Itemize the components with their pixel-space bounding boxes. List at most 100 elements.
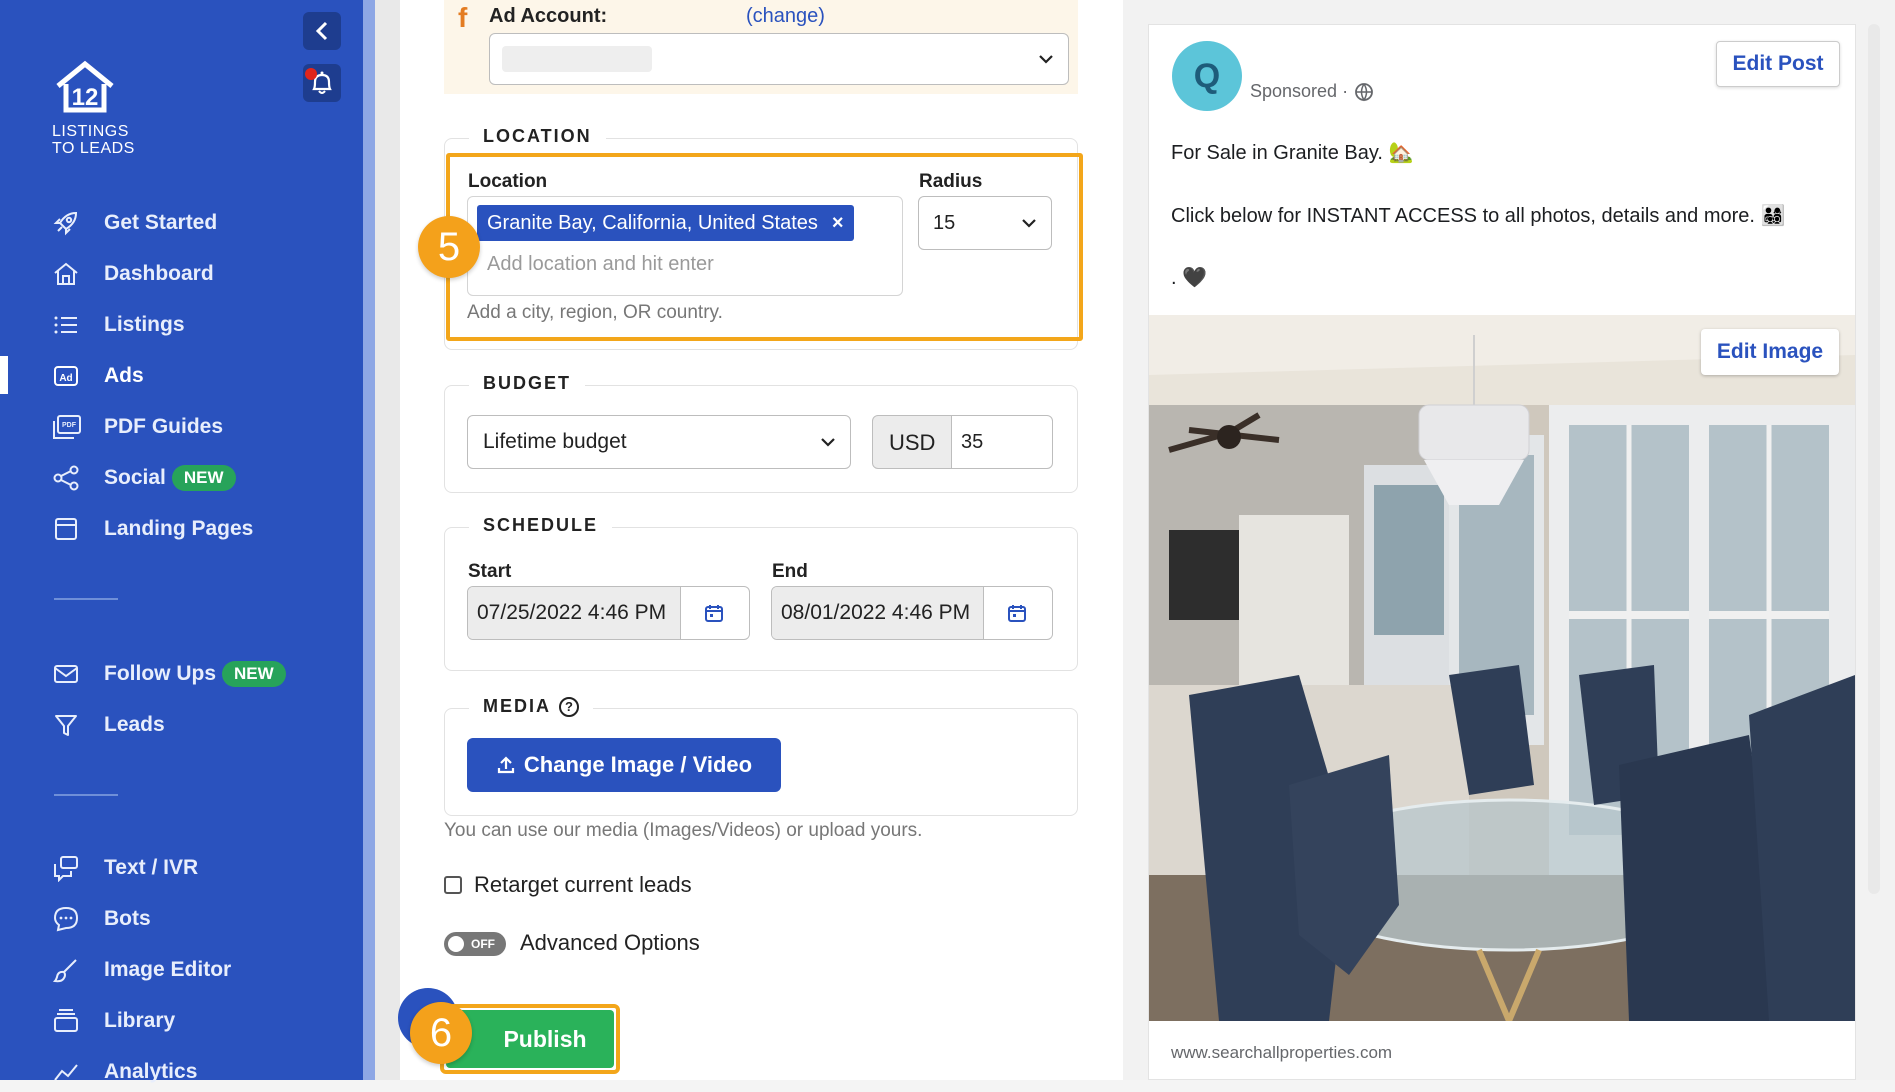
ad-account-value <box>502 46 652 72</box>
location-hint: Add a city, region, OR country. <box>467 302 723 323</box>
sidebar-item-landing-pages[interactable]: Landing Pages <box>52 509 253 549</box>
sidebar-item-image-editor[interactable]: Image Editor <box>52 950 231 990</box>
notifications-button[interactable] <box>303 64 341 102</box>
svg-text:Ad: Ad <box>59 373 72 384</box>
sidebar-item-listings[interactable]: Listings <box>52 305 185 345</box>
schedule-legend: SCHEDULE <box>469 515 613 536</box>
radius-select[interactable]: 15 <box>918 196 1052 250</box>
change-image-video-button[interactable]: Change Image / Video <box>467 738 781 792</box>
start-date-value[interactable]: 07/25/2022 4:46 PM <box>468 587 681 639</box>
sidebar-item-label: Dashboard <box>104 262 214 285</box>
sidebar-item-label: Landing Pages <box>104 517 254 540</box>
location-tag-text: Granite Bay, California, United States <box>487 211 818 234</box>
help-icon[interactable]: ? <box>559 696 579 717</box>
sidebar-item-label: Image Editor <box>104 958 232 981</box>
logo-line-1: LISTINGS <box>52 123 129 140</box>
sponsored-line: Sponsored · <box>1250 81 1374 102</box>
analytics-icon <box>52 1057 86 1087</box>
avatar: Q <box>1172 41 1242 111</box>
sidebar-item-library[interactable]: Library <box>52 1001 175 1041</box>
facebook-icon: f <box>458 2 468 33</box>
list-icon <box>52 310 86 340</box>
logo-house-icon: 12 <box>56 60 114 113</box>
sponsored-label: Sponsored · <box>1250 81 1349 101</box>
sidebar-item-label: Get Started <box>104 211 218 234</box>
toggle-knob <box>448 936 464 952</box>
location-tag: Granite Bay, California, United States × <box>477 205 854 241</box>
advanced-options-toggle[interactable]: OFF <box>444 932 506 956</box>
retarget-checkbox[interactable] <box>444 876 462 894</box>
calendar-icon[interactable] <box>679 587 749 639</box>
ad-account-select[interactable] <box>489 33 1069 85</box>
sidebar-item-get-started[interactable]: Get Started <box>52 203 217 243</box>
home-icon <box>52 259 86 289</box>
remove-location-button[interactable]: × <box>832 212 844 235</box>
share-icon <box>52 463 86 493</box>
media-hint: You can use our media (Images/Videos) or… <box>444 820 923 841</box>
pdf-icon: PDF <box>52 412 86 442</box>
new-badge: NEW <box>222 661 286 687</box>
location-label: Location <box>468 171 548 192</box>
ad-icon: Ad <box>52 361 86 391</box>
end-date-value[interactable]: 08/01/2022 4:46 PM <box>772 587 984 639</box>
change-ad-account-link[interactable]: (change) <box>746 5 825 28</box>
svg-text:12: 12 <box>72 84 99 111</box>
location-legend: LOCATION <box>469 126 606 147</box>
location-placeholder[interactable]: Add location and hit enter <box>487 253 714 276</box>
budget-type-select[interactable]: Lifetime budget <box>467 415 851 469</box>
sidebar-item-label: Social <box>104 466 166 489</box>
rocket-icon <box>52 208 86 238</box>
upload-icon <box>497 756 514 774</box>
new-badge: NEW <box>171 465 236 491</box>
sidebar-item-label: Analytics <box>104 1060 198 1083</box>
step-5-marker: 5 <box>418 216 480 278</box>
sidebar-item-label: Follow Ups <box>104 662 216 685</box>
sidebar-item-follow-ups[interactable]: Follow Ups NEW <box>52 654 286 694</box>
sidebar-divider <box>54 794 118 796</box>
start-date-field[interactable]: 07/25/2022 4:46 PM <box>467 586 750 640</box>
location-input[interactable]: Granite Bay, California, United States ×… <box>467 196 903 296</box>
brush-icon <box>52 955 86 985</box>
start-label: Start <box>468 561 512 582</box>
filter-icon <box>52 710 86 740</box>
budget-amount-input[interactable]: 35 <box>951 415 1053 469</box>
globe-icon <box>1355 82 1373 101</box>
sidebar-item-label: Leads <box>104 713 165 736</box>
dining-room-image <box>1149 315 1855 1021</box>
ad-account-section: f Ad Account: (change) <box>444 0 1078 94</box>
sidebar-item-label: PDF Guides <box>104 415 224 438</box>
budget-type-value: Lifetime budget <box>483 430 627 453</box>
sidebar-item-dashboard[interactable]: Dashboard <box>52 254 214 294</box>
sidebar-item-analytics[interactable]: Analytics <box>52 1052 197 1092</box>
sidebar-item-bots[interactable]: Bots <box>52 899 151 939</box>
sidebar-item-text-ivr[interactable]: Text / IVR <box>52 848 198 888</box>
sidebar-item-leads[interactable]: Leads <box>52 705 165 745</box>
step-6-marker: 6 <box>410 1002 472 1064</box>
radius-value: 15 <box>933 212 956 234</box>
sidebar-item-label: Listings <box>104 313 185 336</box>
media-legend-text: MEDIA <box>483 696 551 716</box>
retarget-label[interactable]: Retarget current leads <box>474 872 692 898</box>
preview-scrollbar[interactable] <box>1868 24 1880 894</box>
calendar-icon[interactable] <box>982 587 1052 639</box>
chevron-down-icon <box>821 438 835 447</box>
sidebar-item-social[interactable]: Social NEW <box>52 458 236 498</box>
notification-dot <box>305 68 317 80</box>
sidebar-scrollbar[interactable] <box>363 0 375 1080</box>
sidebar-item-pdf-guides[interactable]: PDF PDF Guides <box>52 407 223 447</box>
chevron-down-icon <box>1022 219 1036 228</box>
end-date-field[interactable]: 08/01/2022 4:46 PM <box>771 586 1053 640</box>
logo-line-2: TO LEADS <box>52 140 135 157</box>
edit-image-button[interactable]: Edit Image <box>1701 329 1839 375</box>
advanced-options-label: Advanced Options <box>520 930 700 955</box>
edit-post-button[interactable]: Edit Post <box>1716 41 1840 87</box>
sidebar-item-label: Bots <box>104 907 151 930</box>
end-label: End <box>772 561 808 582</box>
sidebar-item-ads[interactable]: Ad Ads <box>52 356 144 396</box>
layout-icon <box>52 514 86 544</box>
library-icon <box>52 1006 86 1036</box>
app-logo[interactable]: 12 LISTINGS TO LEADS <box>52 58 152 157</box>
chat-icon <box>52 853 86 883</box>
sidebar-item-label: Text / IVR <box>104 856 199 879</box>
collapse-sidebar-button[interactable] <box>303 12 341 50</box>
